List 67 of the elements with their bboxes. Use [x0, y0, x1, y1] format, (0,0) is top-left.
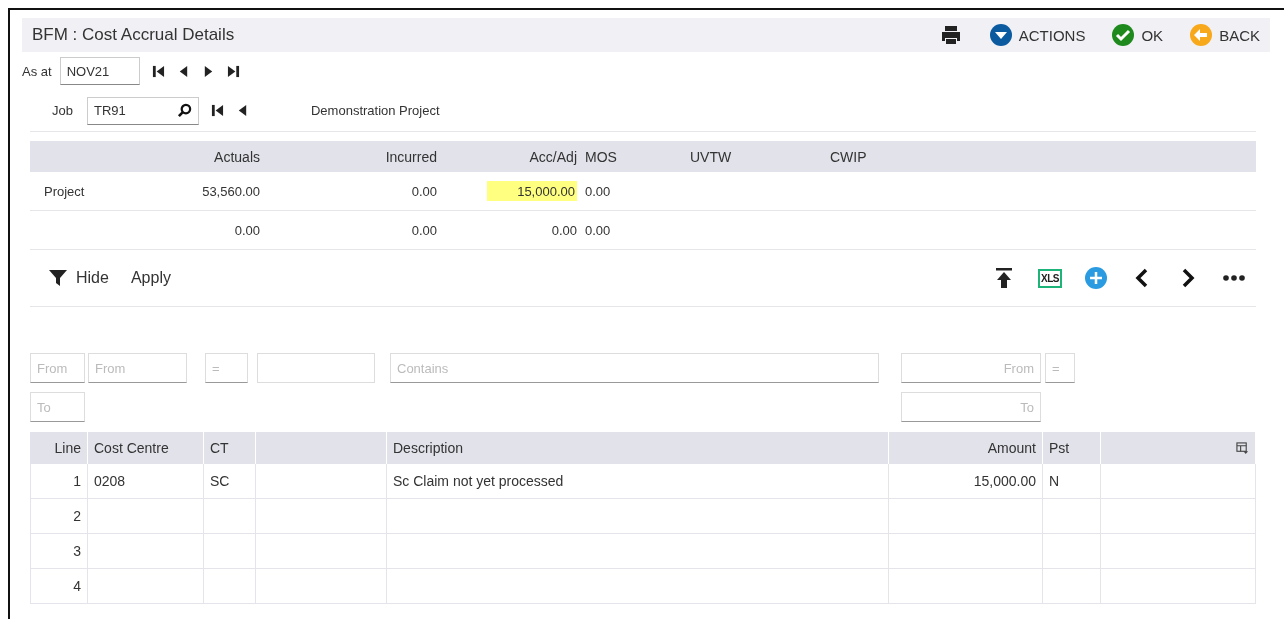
first-icon[interactable]	[210, 104, 224, 117]
table-cell: Sc Claim not yet processed	[387, 464, 889, 499]
table-cell	[1043, 569, 1101, 604]
job-field[interactable]: TR91	[86, 96, 199, 125]
column-header: Acc/Adj	[445, 141, 585, 172]
column-header: Description	[387, 432, 889, 464]
table-cell: 15,000.00	[889, 464, 1043, 499]
filter-field[interactable]: From	[30, 353, 85, 383]
column-header: Line	[30, 432, 88, 464]
check-icon	[1111, 23, 1136, 47]
value-cell: 0.00	[234, 222, 260, 238]
column-header: CWIP	[830, 141, 990, 172]
value-cell: 0.00	[585, 183, 611, 199]
value-cell: 0.00	[551, 222, 577, 238]
filter-field[interactable]: =	[1045, 353, 1075, 383]
table-cell	[1043, 534, 1101, 569]
filter-field[interactable]: From	[901, 353, 1041, 383]
table-cell: 1	[30, 464, 88, 499]
table-cell: 0208	[88, 464, 204, 499]
last-icon[interactable]	[226, 64, 240, 78]
window-title: BFM : Cost Accrual Details	[32, 25, 236, 45]
period-field[interactable]: NOV21	[59, 57, 140, 85]
column-header: MOS	[585, 141, 690, 172]
filter-field[interactable]: From	[88, 353, 187, 383]
table-cell: 2	[30, 499, 88, 534]
excel-export-icon[interactable]: XLS	[1038, 268, 1062, 288]
add-icon[interactable]	[1084, 266, 1108, 290]
table-cell	[204, 534, 256, 569]
table-cell	[204, 569, 256, 604]
column-header: UVTW	[690, 141, 830, 172]
hide-filter-button[interactable]: Hide	[30, 268, 109, 288]
row-label: Project	[44, 183, 85, 199]
as-at-label: As at	[22, 63, 52, 79]
filter-field[interactable]: Contains	[390, 353, 879, 383]
table-cell	[1043, 499, 1101, 534]
table-cell: SC	[204, 464, 256, 499]
column-chooser-icon[interactable]	[1236, 441, 1249, 455]
value-cell: 0.00	[411, 183, 437, 199]
column-header: Pst	[1043, 432, 1101, 464]
table-cell: 3	[30, 534, 88, 569]
apply-button[interactable]: Apply	[108, 269, 171, 287]
table-cell	[204, 499, 256, 534]
filter-field[interactable]	[257, 353, 375, 383]
caret-down-icon	[988, 23, 1013, 47]
filter-field[interactable]: To	[30, 392, 85, 422]
back-button[interactable]: BACK	[1189, 23, 1260, 47]
actions-button[interactable]: ACTIONS	[988, 23, 1086, 47]
arrow-left-icon	[1189, 23, 1214, 47]
highlighted-value: 15,000.00	[487, 181, 577, 201]
column-header: Actuals	[150, 141, 268, 172]
table-cell: N	[1043, 464, 1101, 499]
search-icon[interactable]	[176, 103, 192, 118]
filter-field[interactable]: To	[901, 392, 1041, 422]
job-label: Job	[52, 103, 73, 118]
column-header: Cost Centre	[88, 432, 204, 464]
job-description: Demonstration Project	[310, 103, 440, 118]
value-cell: 53,560.00	[202, 183, 260, 199]
value-cell: 0.00	[585, 222, 611, 238]
filter-icon	[48, 268, 68, 288]
column-header: Incurred	[268, 141, 445, 172]
column-header: CT	[204, 432, 256, 464]
first-icon[interactable]	[151, 64, 165, 78]
ok-button[interactable]: OK	[1111, 23, 1164, 47]
value-cell: 0.00	[411, 222, 437, 238]
table-cell: 4	[30, 569, 88, 604]
column-header: Amount	[889, 432, 1043, 464]
filter-field[interactable]: =	[205, 353, 248, 383]
